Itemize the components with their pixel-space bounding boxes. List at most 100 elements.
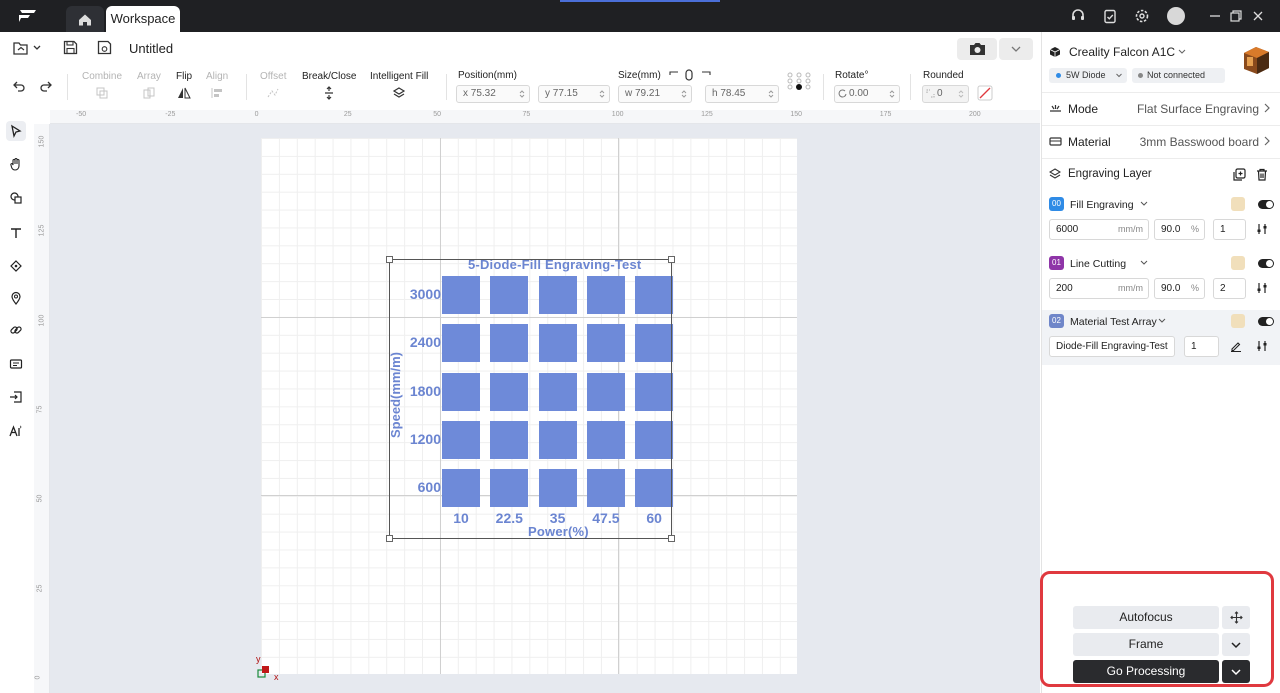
save-icon[interactable] [63,40,78,55]
import-tool[interactable] [6,387,26,407]
no-rounding-icon[interactable] [977,85,993,101]
chevron-down-icon[interactable] [1140,260,1148,266]
layer-line-cutting[interactable]: 01 Line Cutting 200 mm/m 90.0% 2 [1042,253,1280,309]
resize-handle-br[interactable] [668,535,675,542]
save-as-icon[interactable] [97,40,112,55]
device-name[interactable]: Creality Falcon A1C [1069,45,1175,59]
position-y-input[interactable]: y 77.15 [538,85,610,103]
tab-workspace[interactable]: Workspace [106,6,180,32]
intelligent-fill-icon [393,87,406,98]
layer-badge: 01 [1049,256,1064,270]
support-headset-icon[interactable] [1070,8,1086,24]
autofocus-button[interactable]: Autofocus [1073,606,1219,629]
camera-dropdown-button[interactable] [999,38,1033,60]
ai-tool[interactable] [6,421,26,441]
layer-visibility-toggle[interactable] [1258,259,1274,268]
array-tool[interactable]: Array [137,71,161,100]
rounded-input[interactable]: 0 [922,85,969,103]
close-window-icon[interactable] [1250,8,1266,24]
layer-visibility-toggle[interactable] [1258,200,1274,209]
resize-handle-tr[interactable] [668,256,675,263]
edit-pencil-icon[interactable] [1230,340,1242,352]
settings-gear-icon[interactable] [1134,8,1150,24]
layer-settings-sliders-icon[interactable] [1256,282,1268,294]
move-head-button[interactable] [1222,606,1250,629]
layer-passes-input[interactable]: 1 [1213,219,1246,240]
reference-point-grid-icon[interactable] [786,72,812,92]
material-row[interactable]: Material 3mm Basswood board [1042,125,1280,157]
spinner-icon [958,90,964,98]
pan-tool[interactable] [6,154,26,174]
add-layer-icon[interactable] [1233,168,1246,181]
layer-visibility-toggle[interactable] [1258,317,1274,326]
canvas-area[interactable]: 5-Diode-Fill Engraving-Test 3000 2400 1800 1… [50,124,1040,693]
text-tool[interactable] [6,223,26,243]
flip-tool[interactable]: Flip [176,71,192,100]
selection-box[interactable] [389,259,672,539]
image-tool[interactable] [6,354,26,374]
layer-material-test-array[interactable]: 02 Material Test Array Diode-Fill Engrav… [1042,310,1280,365]
go-processing-button[interactable]: Go Processing [1073,660,1219,683]
layer-fill-engraving[interactable]: 00 Fill Engraving 6000 mm/m 90.0% 1 [1042,194,1280,250]
size-width-input[interactable]: w 79.21 [618,85,692,103]
mode-row[interactable]: Mode Flat Surface Engraving [1042,92,1280,124]
position-label: Position(mm) [458,70,517,81]
layer-speed-input[interactable]: 6000 mm/m [1049,219,1149,240]
layer-preset-input[interactable]: Diode-Fill Engraving-Test [1049,336,1175,357]
tab-home[interactable] [66,6,104,32]
layer-passes-input[interactable]: 1 [1184,336,1219,357]
combine-icon [96,87,108,99]
position-x-input[interactable]: x 75.32 [456,85,530,103]
layer-passes-input[interactable]: 2 [1213,278,1246,299]
minimize-icon[interactable] [1207,8,1223,24]
break-close-icon [325,86,334,100]
size-width-value: w 79.21 [625,88,661,99]
lock-aspect-ratio-icon[interactable] [668,68,712,82]
chevron-down-icon[interactable] [1158,318,1166,324]
resize-handle-tl[interactable] [386,256,393,263]
laser-status-dot [1056,73,1061,78]
pen-tool[interactable] [6,256,26,276]
layer-settings-sliders-icon[interactable] [1256,340,1268,352]
intelligent-fill-tool[interactable]: Intelligent Fill [370,71,428,100]
user-avatar[interactable] [1167,7,1185,25]
align-tool[interactable]: Align [206,71,228,100]
layer-color-swatch[interactable] [1231,197,1245,211]
array-label: Array [137,71,161,82]
layer-color-swatch[interactable] [1231,314,1245,328]
redo-icon[interactable] [39,79,53,93]
open-folder-icon[interactable] [13,40,41,56]
chevron-down-icon[interactable] [1140,201,1148,207]
camera-button[interactable] [957,38,997,60]
layer-power-input[interactable]: 90.0% [1154,278,1205,299]
offset-tool[interactable]: Offset [260,71,287,100]
layer-settings-sliders-icon[interactable] [1256,223,1268,235]
frame-options-button[interactable] [1222,633,1250,656]
combine-tool[interactable]: Combine [82,71,122,100]
delete-layer-icon[interactable] [1256,168,1268,181]
layer-color-swatch[interactable] [1231,256,1245,270]
laser-module-pill[interactable]: 5W Diode [1049,68,1127,83]
undo-icon[interactable] [12,79,26,93]
link-tool[interactable] [6,320,26,340]
ruler-tick-label: 125 [38,224,46,237]
speed-value: 6000 [1056,224,1079,235]
layer-speed-input[interactable]: 200 mm/m [1049,278,1149,299]
shape-tool[interactable] [6,188,26,208]
speed-value: 200 [1056,283,1073,294]
clipboard-check-icon[interactable] [1102,8,1118,24]
layer-power-input[interactable]: 90.0% [1154,219,1205,240]
location-tool[interactable] [6,288,26,308]
size-height-input[interactable]: h 78.45 [705,85,779,103]
frame-button[interactable]: Frame [1073,633,1219,656]
document-title[interactable]: Untitled [129,41,173,56]
restore-window-icon[interactable] [1228,8,1244,24]
chevron-down-icon[interactable] [1177,48,1187,56]
select-tool[interactable] [6,121,26,141]
processing-options-button[interactable] [1222,660,1250,683]
rotate-input[interactable]: 0.00 [834,85,900,103]
toolbar-divider [910,74,911,100]
resize-handle-bl[interactable] [386,535,393,542]
break-close-tool[interactable]: Break/Close [302,71,356,100]
file-bar: Untitled [0,32,1040,64]
